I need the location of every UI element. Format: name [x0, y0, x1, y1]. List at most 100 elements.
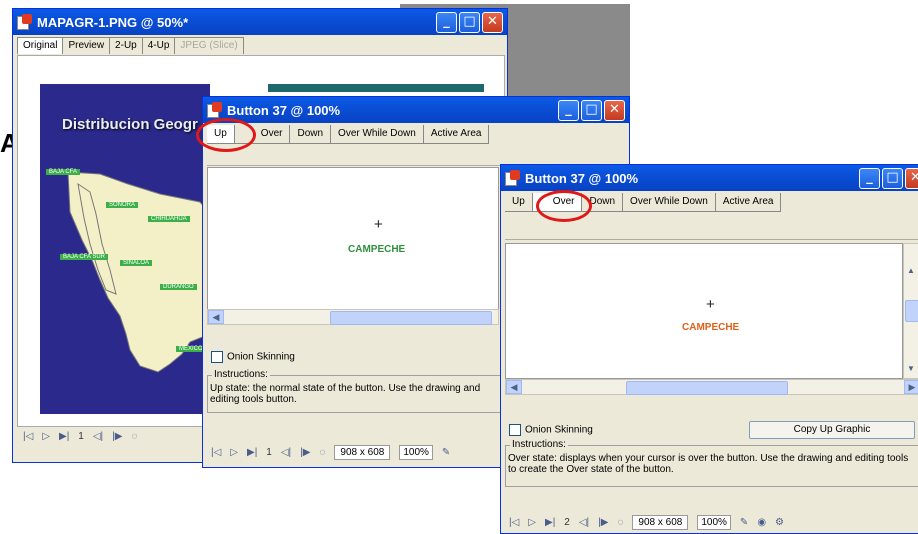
tab-over-while-down[interactable]: Over While Down	[331, 125, 424, 143]
first-frame-icon[interactable]: |◁	[211, 447, 221, 458]
playback-controls: |◁ ▷ ▶| 2 ◁| |▶ ◌ 908 x 608 100% ✎ ◉ ⚙	[509, 515, 784, 530]
tab-2up[interactable]: 2-Up	[109, 37, 143, 54]
button-canvas[interactable]: + CAMPECHE	[207, 167, 499, 325]
loop-icon[interactable]: ◌	[131, 431, 137, 442]
tab-4up[interactable]: 4-Up	[141, 37, 176, 54]
maximize-icon: □	[585, 102, 598, 117]
tab-active-area[interactable]: Active Area	[424, 125, 490, 143]
first-frame-icon[interactable]: |◁	[23, 431, 33, 442]
scroll-left-button[interactable]: ◀	[506, 380, 522, 394]
campeche-label: CAMPECHE	[682, 322, 740, 333]
play-icon[interactable]: ▷	[528, 517, 536, 528]
over-tab-highlight	[536, 190, 592, 222]
window-titlebar[interactable]: Button 37 @ 100% _ □ ✕	[501, 165, 918, 191]
maximize-button[interactable]: □	[459, 12, 480, 33]
instructions-box: Instructions: Up state: the normal state…	[207, 369, 503, 413]
close-icon: ✕	[487, 14, 498, 29]
window-titlebar[interactable]: MAPAGR-1.PNG @ 50%* _ □ ✕	[13, 9, 507, 35]
play-icon[interactable]: ▷	[42, 431, 50, 442]
last-frame-icon[interactable]: ▶|	[247, 447, 257, 458]
scroll-left-button[interactable]: ◀	[208, 310, 224, 324]
tab-active-area[interactable]: Active Area	[716, 193, 782, 211]
minimize-icon: _	[565, 102, 572, 117]
instructions-box: Instructions: Over state: displays when …	[505, 439, 918, 487]
last-frame-icon[interactable]: ▶|	[545, 517, 555, 528]
preview-tabs: Original Preview 2-Up 4-Up JPEG (Slice)	[17, 37, 244, 54]
playback-controls: |◁ ▷ ▶| 1 ◁| |▶ ◌ 908 x 608 100% ✎	[211, 445, 450, 460]
fireworks-app-icon	[207, 102, 223, 118]
onion-skinning-option[interactable]: Onion Skinning	[509, 424, 593, 436]
close-button[interactable]: ✕	[482, 12, 503, 33]
scroll-thumb[interactable]	[626, 381, 788, 395]
close-button[interactable]: ✕	[905, 168, 918, 189]
pencil-icon[interactable]: ✎	[442, 447, 450, 458]
next-frame-icon[interactable]: |▶	[598, 517, 608, 528]
window-titlebar[interactable]: Button 37 @ 100% _ □ ✕	[203, 97, 629, 123]
scroll-up-icon[interactable]: ▲	[907, 266, 915, 275]
instructions-label: Instructions:	[212, 369, 270, 380]
maximize-icon: □	[463, 14, 476, 29]
maximize-button[interactable]: □	[581, 100, 602, 121]
instructions-label: Instructions:	[510, 439, 568, 450]
window-title: MAPAGR-1.PNG @ 50%*	[37, 14, 189, 30]
tab-preview[interactable]: Preview	[62, 37, 111, 54]
prev-frame-icon[interactable]: ◁|	[281, 447, 291, 458]
minimize-icon: _	[443, 14, 450, 29]
close-icon: ✕	[609, 102, 620, 117]
tool-icon[interactable]: ⚙	[775, 517, 784, 528]
play-icon[interactable]: ▷	[230, 447, 238, 458]
minimize-button[interactable]: _	[859, 168, 880, 189]
canvas-dimensions[interactable]: 908 x 608	[632, 515, 689, 530]
onion-skinning-checkbox[interactable]	[509, 424, 521, 436]
last-frame-icon[interactable]: ▶|	[59, 431, 69, 442]
vertical-scrollbar[interactable]: ▲ ▼	[903, 243, 918, 379]
pencil-icon[interactable]: ✎	[740, 517, 748, 528]
campeche-label: CAMPECHE	[348, 244, 406, 255]
map-label: SINALOA	[120, 260, 153, 266]
next-frame-icon[interactable]: |▶	[300, 447, 310, 458]
close-icon: ✕	[910, 170, 918, 185]
map-label: SONORA	[106, 202, 139, 208]
zoom-select[interactable]: 100%	[697, 515, 731, 530]
zoom-select[interactable]: 100%	[399, 445, 433, 460]
close-button[interactable]: ✕	[604, 100, 625, 121]
copy-up-graphic-button[interactable]: Copy Up Graphic	[749, 421, 915, 439]
loop-icon[interactable]: ◌	[319, 447, 325, 458]
tab-over-while-down[interactable]: Over While Down	[623, 193, 716, 211]
scroll-right-button[interactable]: ▶	[904, 380, 918, 394]
scroll-down-icon[interactable]: ▼	[907, 364, 915, 373]
instructions-text: Up state: the normal state of the button…	[210, 383, 481, 405]
maximize-button[interactable]: □	[882, 168, 903, 189]
horizontal-scrollbar[interactable]: ◀	[207, 309, 499, 325]
scroll-thumb[interactable]	[905, 300, 918, 322]
tab-original[interactable]: Original	[17, 37, 64, 54]
paint-icon[interactable]: ◉	[757, 517, 766, 528]
fireworks-app-icon	[17, 14, 33, 30]
next-frame-icon[interactable]: |▶	[112, 431, 122, 442]
tab-down[interactable]: Down	[290, 125, 332, 143]
registration-point-icon: +	[374, 216, 383, 233]
frame-number: 1	[266, 447, 272, 458]
fireworks-app-icon	[505, 170, 521, 186]
minimize-button[interactable]: _	[558, 100, 579, 121]
horizontal-scrollbar[interactable]: ◀ ▶	[505, 379, 918, 395]
onion-skinning-option[interactable]: Onion Skinning	[211, 351, 295, 363]
onion-skinning-label: Onion Skinning	[227, 351, 295, 363]
tab-up[interactable]: Up	[505, 193, 533, 211]
tab-jpeg-slice[interactable]: JPEG (Slice)	[174, 37, 244, 54]
window-title: Button 37 @ 100%	[227, 102, 341, 118]
map-image: Distribucion Geogr BAJA CFA SONORA CHIHU…	[40, 84, 210, 414]
loop-icon[interactable]: ◌	[617, 517, 623, 528]
onion-skinning-label: Onion Skinning	[525, 424, 593, 436]
minimize-button[interactable]: _	[436, 12, 457, 33]
prev-frame-icon[interactable]: ◁|	[579, 517, 589, 528]
prev-frame-icon[interactable]: ◁|	[93, 431, 103, 442]
scroll-thumb[interactable]	[330, 311, 492, 325]
button-canvas[interactable]: + CAMPECHE	[505, 243, 903, 379]
map-teal-strip	[268, 84, 484, 92]
playback-controls: |◁ ▷ ▶| 1 ◁| |▶ ◌	[23, 431, 137, 442]
onion-skinning-checkbox[interactable]	[211, 351, 223, 363]
map-label: BAJA CFA	[46, 169, 81, 175]
canvas-dimensions[interactable]: 908 x 608	[334, 445, 391, 460]
first-frame-icon[interactable]: |◁	[509, 517, 519, 528]
